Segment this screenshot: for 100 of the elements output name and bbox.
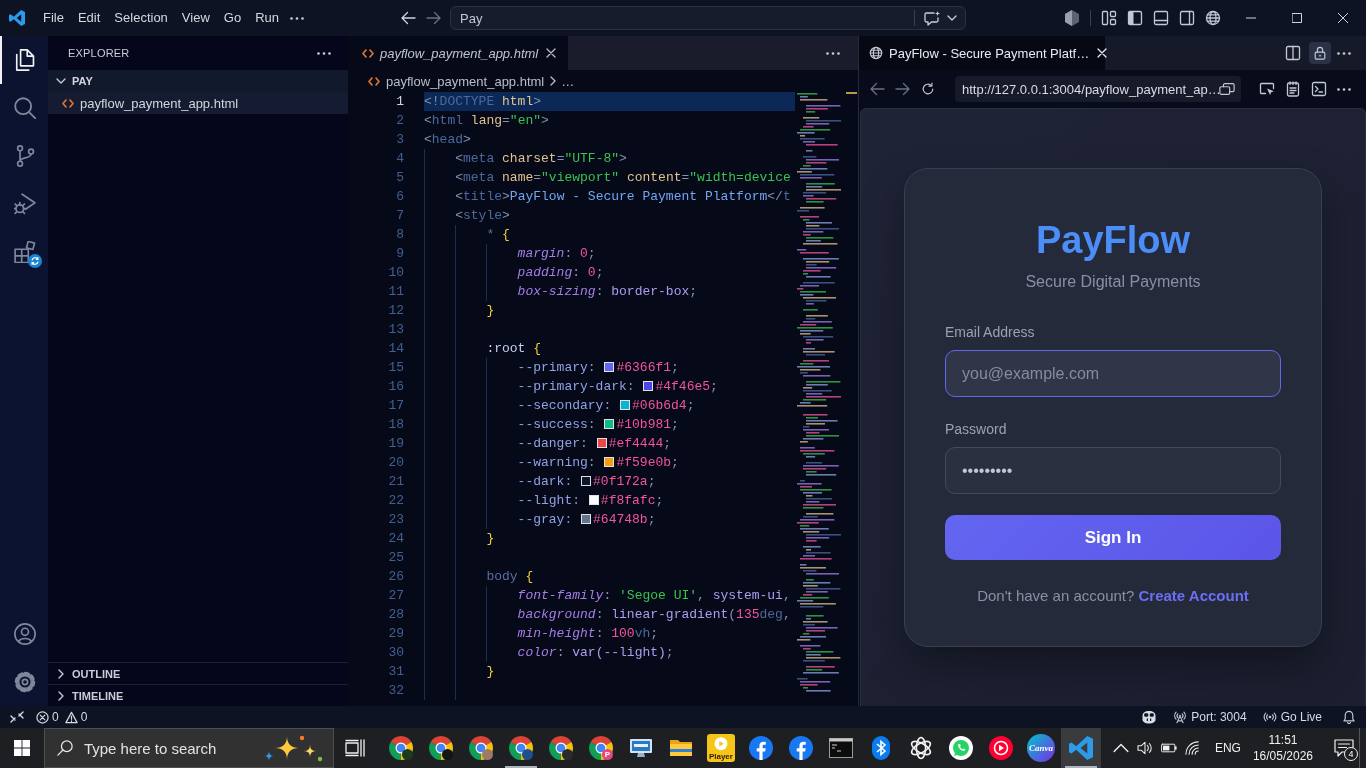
search-input[interactable]: Type here to search (72, 737, 261, 759)
color-swatch-icon[interactable] (581, 476, 592, 486)
editor-tab[interactable]: payflow_payment_app.html (348, 36, 569, 70)
notifications-icon[interactable] (1334, 739, 1354, 757)
color-swatch-icon[interactable] (604, 419, 615, 429)
bell-icon[interactable] (1342, 710, 1356, 724)
caret-icon[interactable] (947, 15, 957, 21)
line-number: 15 (387, 359, 404, 377)
menu-item[interactable]: Run (248, 7, 286, 29)
remote-icon[interactable] (10, 711, 24, 723)
line-number: 18 (387, 416, 404, 434)
code-text: min-height: 100vh; (517, 626, 659, 641)
forward-arrow-icon[interactable] (426, 11, 442, 25)
color-swatch-icon[interactable] (581, 514, 592, 524)
more-icon[interactable] (1337, 51, 1351, 55)
bottom-panel-icon[interactable] (1153, 10, 1169, 26)
close-icon (1338, 13, 1348, 23)
line-number: 5 (395, 169, 404, 187)
branch-icon (14, 145, 36, 167)
warning-icon[interactable] (64, 710, 78, 724)
globe-icon[interactable] (1205, 10, 1221, 26)
section-header[interactable]: OUTLINE (48, 662, 348, 684)
command-center-field[interactable]: Pay (451, 8, 914, 28)
forward-arrow-icon[interactable] (895, 82, 911, 96)
lock-button[interactable] (1309, 42, 1331, 64)
wifi-icon[interactable] (1184, 741, 1201, 755)
code-text: --gray: (517, 512, 574, 527)
more-icon[interactable] (826, 51, 840, 55)
folder-row[interactable]: PAY (48, 70, 348, 92)
error-count[interactable]: 0 (52, 710, 59, 724)
menu-item[interactable]: File (36, 7, 71, 29)
more-icon[interactable] (290, 16, 304, 20)
color-swatch-icon[interactable] (596, 438, 607, 448)
taskbar-search-box[interactable]: Type here to search (43, 728, 334, 768)
notification-count: 4 (1344, 747, 1358, 761)
menu-item[interactable]: Selection (107, 7, 175, 29)
code-text: --warning: (517, 455, 597, 470)
taskbar-button[interactable]: Canva (1020, 728, 1061, 768)
task-view-icon[interactable] (344, 739, 365, 757)
sign-in-button[interactable]: Sign In (945, 515, 1281, 560)
warning-count[interactable]: 0 (80, 710, 88, 724)
line-number: 17 (387, 397, 404, 415)
port-status[interactable]: Port: 3004 (1173, 710, 1247, 724)
app-logo-icon[interactable] (9, 10, 25, 26)
cube-icon[interactable] (1064, 10, 1080, 26)
reload-icon[interactable] (921, 82, 935, 96)
copy-icon[interactable] (1219, 81, 1235, 97)
go-live-button[interactable]: Go Live (1262, 710, 1322, 724)
address-bar[interactable]: http://127.0.0.1:3004/payflow_payment_ap… (955, 76, 1241, 102)
file-row[interactable]: payflow_payment_app.html (48, 92, 348, 114)
layout-icon[interactable] (1101, 10, 1117, 26)
error-icon[interactable] (36, 710, 49, 724)
color-swatch-icon[interactable] (604, 457, 615, 467)
robot-face-icon[interactable] (1141, 709, 1158, 725)
code-text: #6366f1; (616, 360, 679, 375)
input-field[interactable]: ••••••••• (945, 447, 1281, 494)
chevron-up-icon[interactable] (1112, 741, 1129, 755)
input-field[interactable]: you@example.com (945, 350, 1281, 397)
inspect-icon[interactable] (1259, 81, 1275, 97)
code-text: <title>PayFlow - Secure Payment Platform</t (455, 189, 791, 204)
account-icon[interactable] (14, 623, 36, 645)
brand-title: PayFlow (1035, 218, 1191, 263)
breadcrumb-item[interactable]: … (561, 73, 575, 89)
taskbar-button[interactable]: P (580, 728, 621, 768)
left-sidebar-icon[interactable] (1127, 10, 1143, 26)
terminal-icon[interactable] (1311, 81, 1327, 97)
right-sidebar-icon[interactable] (1179, 10, 1195, 26)
line-number: 8 (395, 226, 404, 244)
chat-sparkle-icon[interactable] (923, 10, 941, 26)
settings-icon[interactable] (14, 671, 36, 693)
line-number: 30 (387, 644, 404, 662)
clock-date[interactable]: 16/05/2026 (1252, 748, 1313, 764)
menu-item[interactable]: Go (216, 7, 249, 29)
color-swatch-icon[interactable] (620, 400, 631, 410)
create-account-link[interactable]: Create Account (1138, 587, 1249, 604)
more-icon[interactable] (317, 51, 331, 55)
url-field[interactable]: http://127.0.0.1:3004/payflow_payment_ap… (955, 79, 1219, 99)
split-editor-icon[interactable] (1285, 45, 1301, 61)
document-icon[interactable] (1285, 81, 1301, 97)
taskbar-button[interactable]: Player (700, 728, 741, 768)
code-text: --secondary: (517, 398, 613, 413)
line-number: 28 (387, 606, 404, 624)
more-icon[interactable] (1337, 87, 1351, 91)
taskbar-button[interactable] (1060, 728, 1101, 768)
color-swatch-icon[interactable] (643, 381, 654, 391)
windows-logo-icon[interactable] (13, 740, 30, 756)
code-text: --light: (517, 493, 582, 508)
command-center[interactable]: Pay (450, 6, 966, 30)
color-swatch-icon[interactable] (588, 495, 599, 505)
menu-item[interactable]: Edit (70, 7, 108, 29)
color-swatch-icon[interactable] (604, 362, 615, 372)
code-text: --primary-dark: (517, 379, 636, 394)
breadcrumb-item[interactable]: payflow_payment_app.html (386, 73, 545, 89)
browser-tab[interactable]: PayFlow - Secure Payment Platf… (859, 36, 1105, 70)
input-language[interactable]: ENG (1214, 741, 1241, 755)
speaker-icon[interactable] (1136, 741, 1153, 755)
close-icon[interactable] (546, 48, 557, 58)
battery-icon[interactable] (1160, 741, 1177, 755)
clock-time[interactable]: 11:51 (1268, 732, 1298, 748)
menu-item[interactable]: View (174, 7, 217, 29)
